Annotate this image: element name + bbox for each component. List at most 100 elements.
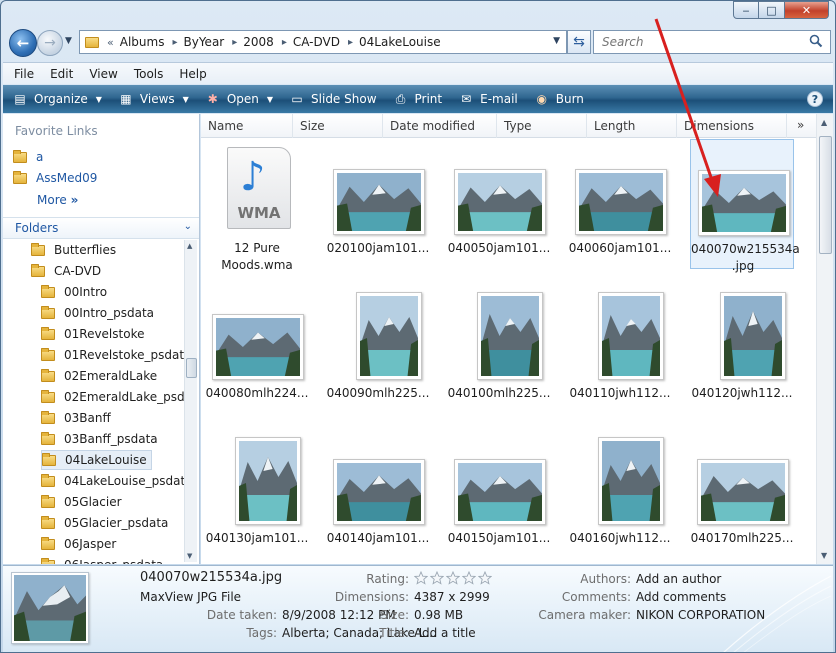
scroll-up-icon[interactable]: ▲ bbox=[187, 242, 192, 250]
file-tile[interactable]: 040090mlh225... bbox=[326, 284, 430, 414]
folder-tree-item[interactable]: 04LakeLouise bbox=[41, 450, 152, 470]
help-button[interactable]: ? bbox=[807, 91, 823, 107]
folder-tree-item[interactable]: 01Revelstoke_psdat bbox=[41, 345, 184, 365]
chevron-up-icon: ⌄ bbox=[183, 221, 192, 232]
organize-button[interactable]: ▤ Organize ▼ bbox=[3, 85, 109, 113]
folder-tree-item[interactable]: 03Banff_psdata bbox=[41, 429, 158, 449]
address-bar[interactable]: « Albums ▸ ByYear ▸ 2008 ▸ CA-DVD ▸ 04LakeLo… bbox=[79, 30, 567, 54]
breadcrumb-separator-icon[interactable]: ▸ bbox=[282, 37, 287, 48]
breadcrumb-04lakelouise[interactable]: 04LakeLouise bbox=[359, 35, 441, 49]
file-tile[interactable]: 040050jam101... bbox=[447, 139, 551, 269]
more-columns-button[interactable]: » bbox=[787, 114, 804, 137]
address-dropdown-icon[interactable]: ▼ bbox=[553, 36, 560, 46]
menu-edit[interactable]: Edit bbox=[42, 67, 81, 81]
file-tile[interactable]: 040070w215534a .jpg bbox=[690, 139, 800, 273]
breadcrumb-byyear[interactable]: ByYear bbox=[183, 35, 224, 49]
file-tile[interactable]: ♪ WMA 12 Pure Moods.wma bbox=[205, 139, 309, 272]
back-button[interactable]: ← bbox=[9, 29, 37, 57]
folder-tree-item[interactable]: 00Intro bbox=[41, 282, 107, 302]
search-input[interactable] bbox=[600, 32, 800, 52]
open-button[interactable]: ✱ Open ▼ bbox=[196, 85, 280, 113]
authors-value[interactable]: Add an author bbox=[636, 572, 721, 586]
scrollbar-thumb[interactable] bbox=[819, 136, 832, 254]
file-tile[interactable]: 040120jwh112... bbox=[690, 284, 794, 414]
file-tile[interactable]: 020100jam101... bbox=[326, 139, 430, 269]
menu-view[interactable]: View bbox=[81, 67, 125, 81]
file-tile[interactable]: 040150jam101... bbox=[447, 429, 551, 559]
column-header-type[interactable]: Type bbox=[497, 114, 587, 138]
refresh-button[interactable]: ⇆ bbox=[567, 30, 591, 54]
scroll-down-icon[interactable]: ▼ bbox=[821, 551, 827, 560]
folder-tree-item[interactable]: 05Glacier_psdata bbox=[41, 513, 168, 533]
print-button[interactable]: ⎙ Print bbox=[384, 85, 450, 113]
forward-button[interactable]: → bbox=[37, 30, 63, 56]
menu-bar: File Edit View Tools Help bbox=[3, 62, 833, 84]
breadcrumb-separator-icon[interactable]: ▸ bbox=[348, 37, 353, 48]
folders-header[interactable]: Folders ⌄ bbox=[3, 217, 199, 239]
file-tile[interactable]: 040160jwh112... bbox=[568, 429, 672, 559]
scroll-up-icon[interactable]: ▲ bbox=[821, 118, 827, 127]
breadcrumb-separator-icon[interactable]: ▸ bbox=[232, 37, 237, 48]
menu-help[interactable]: Help bbox=[171, 67, 214, 81]
file-tile[interactable]: 040080mlh224... bbox=[205, 284, 309, 414]
content-scrollbar[interactable]: ▲ ▼ bbox=[816, 114, 833, 564]
folder-icon bbox=[41, 326, 55, 340]
folder-tree-item[interactable]: CA-DVD bbox=[31, 261, 101, 281]
slideshow-button[interactable]: ▭ Slide Show bbox=[280, 85, 383, 113]
folder-tree-item[interactable]: 01Revelstoke bbox=[41, 324, 144, 344]
folder-tree-item[interactable]: 06Jasper bbox=[41, 534, 116, 554]
file-tile[interactable]: 040130jam101... bbox=[205, 429, 309, 559]
star-icon[interactable] bbox=[446, 571, 460, 585]
views-button[interactable]: ▦ Views ▼ bbox=[109, 85, 196, 113]
menu-file[interactable]: File bbox=[3, 67, 42, 81]
minimize-button[interactable]: ‒ bbox=[733, 1, 759, 19]
column-header-dimensions[interactable]: Dimensions bbox=[677, 114, 787, 138]
folder-tree-label: 04LakeLouise bbox=[65, 453, 147, 467]
favorite-link-assmed09[interactable]: AssMed09 bbox=[13, 170, 97, 185]
file-tile[interactable]: 040060jam101... bbox=[568, 139, 672, 269]
recent-pages-dropdown[interactable]: ▼ bbox=[65, 36, 72, 46]
rating-stars[interactable] bbox=[414, 571, 494, 585]
star-icon[interactable] bbox=[414, 571, 428, 585]
column-header-length[interactable]: Length bbox=[587, 114, 677, 138]
star-icon[interactable] bbox=[478, 571, 492, 585]
title-value[interactable]: Add a title bbox=[414, 626, 476, 640]
folder-tree-item[interactable]: 02EmeraldLake bbox=[41, 366, 157, 386]
folder-tree-item[interactable]: 00Intro_psdata bbox=[41, 303, 154, 323]
folder-tree-label: 05Glacier_psdata bbox=[64, 516, 169, 530]
search-box[interactable] bbox=[593, 30, 831, 54]
breadcrumb-ca-dvd[interactable]: CA-DVD bbox=[293, 35, 340, 49]
file-tile[interactable]: 040100mlh225... bbox=[447, 284, 551, 414]
column-header-name[interactable]: Name bbox=[201, 114, 293, 138]
column-header-size[interactable]: Size bbox=[293, 114, 383, 138]
address-overflow-button[interactable]: « bbox=[107, 36, 114, 49]
more-links-button[interactable]: More » bbox=[37, 193, 78, 207]
folder-tree-item[interactable]: 02EmeraldLake_psd bbox=[41, 387, 185, 407]
scrollbar-thumb[interactable] bbox=[186, 358, 197, 378]
star-icon[interactable] bbox=[430, 571, 444, 585]
breadcrumb-2008[interactable]: 2008 bbox=[243, 35, 274, 49]
breadcrumb-separator-icon[interactable]: ▸ bbox=[172, 37, 177, 48]
email-button[interactable]: ✉ E-mail bbox=[449, 85, 525, 113]
folder-tree-item[interactable]: 03Banff bbox=[41, 408, 111, 428]
file-tile[interactable]: 040140jam101... bbox=[326, 429, 430, 559]
column-header-date-modified[interactable]: Date modified bbox=[383, 114, 497, 138]
close-button[interactable]: ✕ bbox=[785, 1, 829, 19]
folder-tree-item[interactable]: 04LakeLouise_psdat bbox=[41, 471, 185, 491]
maximize-button[interactable]: □ bbox=[759, 1, 785, 19]
menu-tools[interactable]: Tools bbox=[126, 67, 172, 81]
scroll-down-icon[interactable]: ▼ bbox=[187, 552, 192, 560]
search-icon[interactable] bbox=[809, 34, 823, 48]
folder-tree-item[interactable]: Butterflies bbox=[31, 240, 116, 260]
folder-tree-item[interactable]: 05Glacier bbox=[41, 492, 122, 512]
file-tile[interactable]: 040110jwh112... bbox=[568, 284, 672, 414]
file-tile[interactable]: 040170mlh225... bbox=[690, 429, 794, 559]
star-icon[interactable] bbox=[462, 571, 476, 585]
breadcrumb-albums[interactable]: Albums bbox=[120, 35, 165, 49]
favorite-link-a[interactable]: a bbox=[13, 149, 43, 164]
navigation-scrollbar[interactable]: ▲ ▼ bbox=[184, 240, 197, 562]
burn-button[interactable]: ◉ Burn bbox=[525, 85, 591, 113]
folder-tree-item[interactable]: 06Jasper_psdata bbox=[41, 555, 163, 564]
thumbnail-frame bbox=[454, 459, 546, 525]
printer-icon: ⎙ bbox=[395, 91, 406, 106]
